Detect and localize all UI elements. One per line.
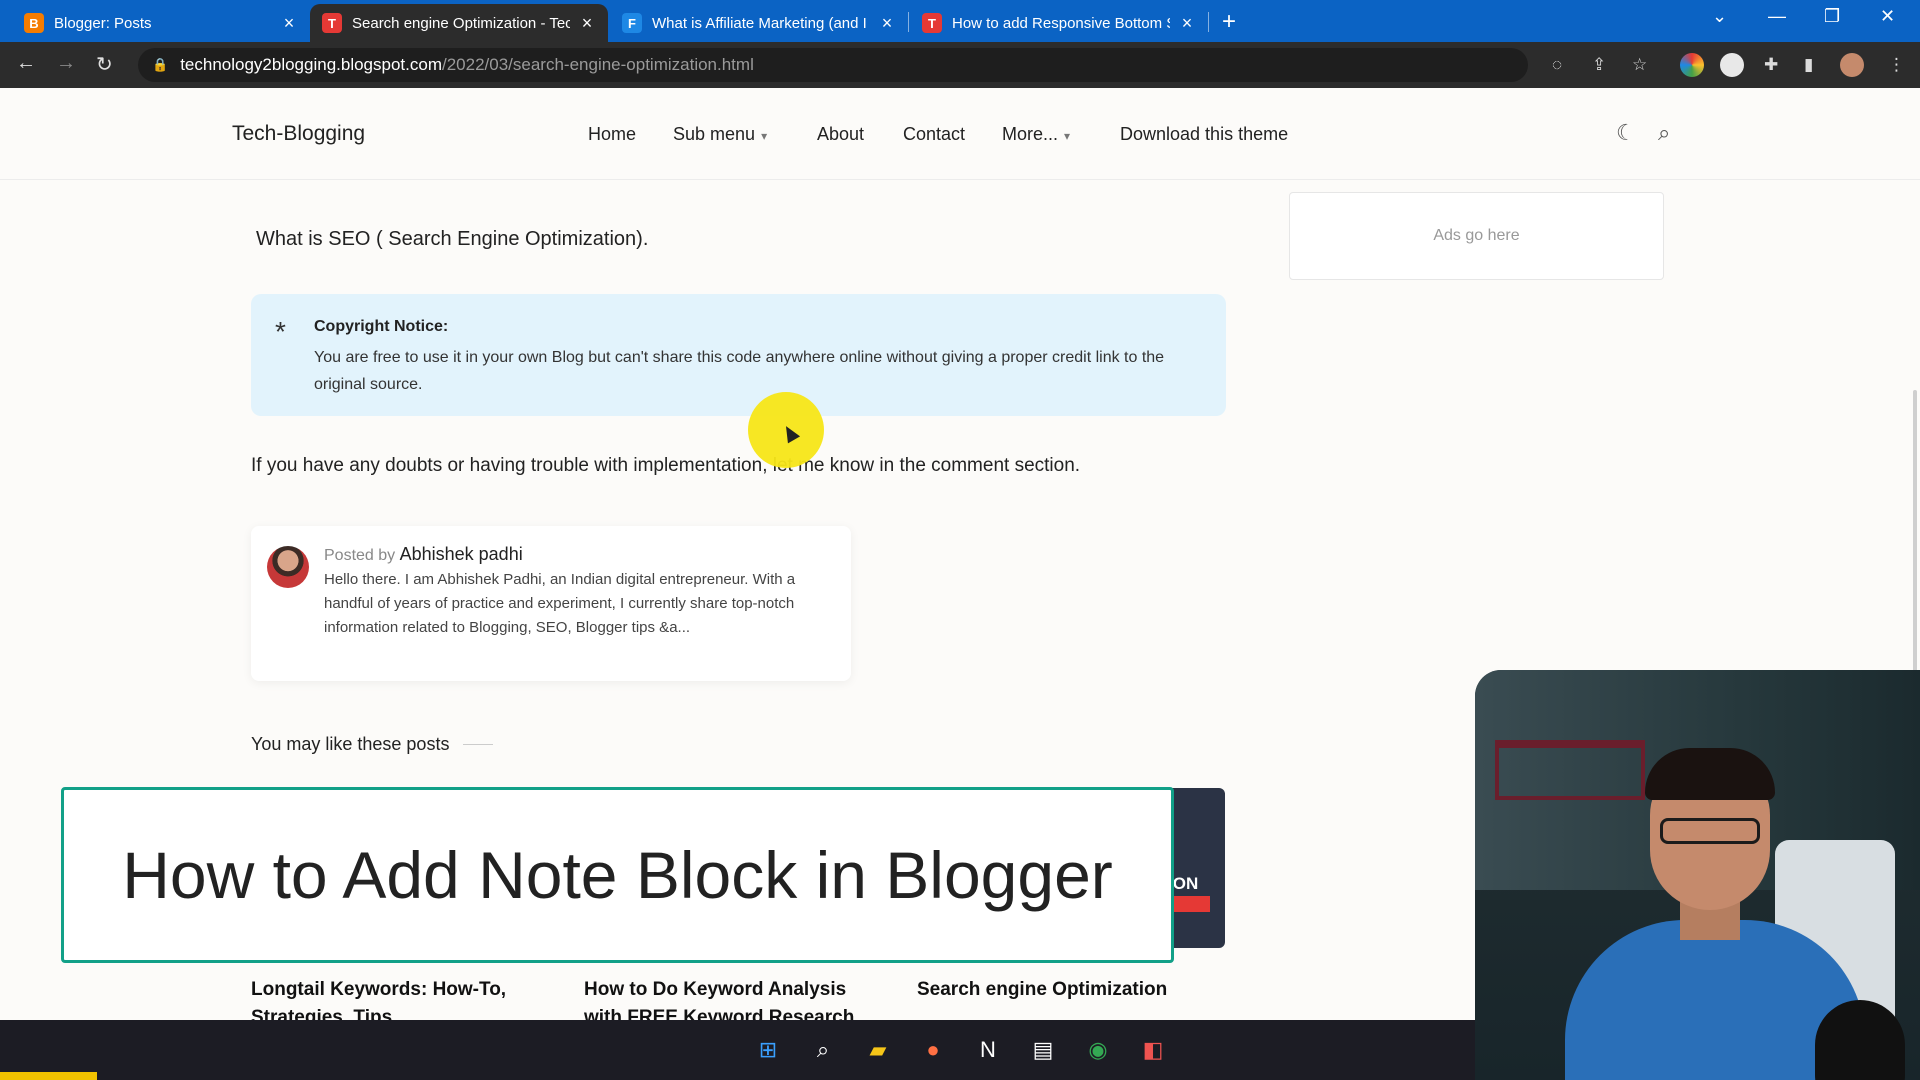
file-explorer-icon[interactable]: ▰ — [862, 1034, 894, 1066]
color-extension-icon[interactable] — [1680, 53, 1704, 77]
address-bar[interactable]: 🔒 technology2blogging.blogspot.com /2022… — [138, 48, 1528, 82]
section-subtitle: What is SEO ( Search Engine Optimization… — [256, 228, 649, 250]
related-posts-heading: You may like these posts — [251, 734, 494, 755]
tab-search-dropdown-icon[interactable]: ⌄ — [1712, 6, 1727, 27]
note-body: You are free to use it in your own Blog … — [314, 349, 1165, 393]
tab-responsive-bottom[interactable]: T How to add Responsive Bottom S × — [910, 4, 1208, 42]
related-post-title[interactable]: Search engine Optimization — [917, 976, 1207, 1004]
tab-separator — [908, 12, 909, 32]
nav-about[interactable]: About — [817, 124, 864, 145]
browser-tab-strip: B Blogger: Posts × T Search engine Optim… — [0, 0, 1920, 42]
posted-by: Posted by Abhishek padhi — [324, 544, 523, 565]
chevron-down-icon: ▾ — [761, 129, 768, 143]
webcam-person-hair — [1645, 748, 1775, 800]
forward-arrow-icon[interactable]: → — [56, 52, 76, 75]
url-path: /2022/03/search-engine-optimization.html — [442, 55, 754, 74]
tech-blogging-favicon-icon: T — [922, 13, 942, 33]
tab-separator — [1208, 12, 1209, 32]
tech-blogging-favicon-icon: T — [322, 13, 342, 33]
restore-button[interactable]: ❐ — [1824, 6, 1840, 27]
related-posts-heading-text: You may like these posts — [251, 734, 450, 754]
extensions-puzzle-icon[interactable]: ✚ — [1764, 55, 1778, 75]
close-tab-icon[interactable]: × — [878, 13, 896, 34]
windows-taskbar: ⊞ ⌕ ▰ ● N ▤ ◉ ◧ — [0, 1020, 1475, 1080]
new-tab-button[interactable]: + — [1222, 8, 1236, 36]
close-tab-icon[interactable]: × — [1178, 13, 1196, 34]
blogger-favicon-icon: B — [24, 13, 44, 33]
tab-title: How to add Responsive Bottom S — [952, 14, 1170, 32]
tab-title: Search engine Optimization - Tec — [352, 14, 570, 32]
author-avatar[interactable] — [267, 546, 309, 588]
webcam-video — [1475, 670, 1920, 1080]
note-heading: Copyright Notice: — [314, 318, 449, 335]
bookmark-star-icon[interactable]: ☆ — [1632, 55, 1647, 75]
url-host: technology2blogging.blogspot.com — [180, 55, 442, 74]
tab-title: Blogger: Posts — [54, 14, 152, 32]
nav-download-theme[interactable]: Download this theme — [1120, 124, 1288, 145]
webcam-microphone — [1815, 1000, 1905, 1080]
nav-sub-menu[interactable]: Sub menu ▾ — [673, 124, 767, 145]
search-icon[interactable]: ⌕ — [1658, 120, 1670, 146]
tab-search-engine-optimization[interactable]: T Search engine Optimization - Tec × — [310, 4, 608, 42]
ad-placeholder: Ads go here — [1289, 192, 1664, 280]
recorder-app-icon[interactable]: ◧ — [1137, 1034, 1169, 1066]
reload-icon[interactable]: ↻ — [96, 52, 113, 77]
notion-icon[interactable]: N — [972, 1034, 1004, 1066]
site-logo[interactable]: Tech-Blogging — [232, 122, 365, 146]
dark-mode-moon-icon[interactable]: ☾ — [1616, 120, 1636, 146]
close-tab-icon[interactable]: × — [578, 13, 596, 34]
copyright-note-block: * Copyright Notice: You are free to use … — [251, 294, 1226, 416]
minimize-button[interactable]: — — [1768, 6, 1786, 27]
chevron-down-icon: ▾ — [1064, 129, 1071, 143]
webcam-shelf — [1495, 740, 1645, 800]
nav-home[interactable]: Home — [588, 124, 636, 145]
nav-more-label: More... — [1002, 124, 1059, 144]
nav-contact[interactable]: Contact — [903, 124, 965, 145]
tab-affiliate-marketing[interactable]: F What is Affiliate Marketing (and I × — [610, 4, 908, 42]
close-tab-icon[interactable]: × — [280, 13, 298, 34]
posted-by-label: Posted by — [324, 547, 396, 564]
side-panel-icon[interactable]: ▮ — [1804, 55, 1813, 75]
profile-avatar[interactable] — [1840, 53, 1864, 77]
close-window-button[interactable]: ✕ — [1880, 6, 1895, 27]
tracking-protection-icon[interactable]: ◌ — [1552, 55, 1562, 75]
tab-blogger-posts[interactable]: B Blogger: Posts × — [12, 4, 310, 42]
nav-more[interactable]: More... ▾ — [1002, 124, 1070, 145]
tab-title: What is Affiliate Marketing (and I — [652, 14, 867, 32]
browser-toolbar: ← → ↻ 🔒 technology2blogging.blogspot.com… — [0, 42, 1920, 88]
author-name[interactable]: Abhishek padhi — [400, 544, 523, 564]
author-bio: Hello there. I am Abhishek Padhi, an Ind… — [324, 571, 796, 636]
author-card: Posted by Abhishek padhi Hello there. I … — [251, 526, 851, 681]
share-icon[interactable]: ⇪ — [1592, 55, 1606, 75]
taskbar-search-icon[interactable]: ⌕ — [807, 1034, 839, 1066]
lock-icon[interactable]: 🔒 — [152, 57, 168, 73]
edit-extension-icon[interactable] — [1720, 53, 1744, 77]
video-title-overlay: How to Add Note Block in Blogger — [61, 787, 1174, 963]
back-arrow-icon[interactable]: ← — [16, 52, 36, 75]
affiliate-favicon-icon: F — [622, 13, 642, 33]
webcam-person-glasses — [1660, 818, 1760, 844]
comment-invitation: If you have any doubts or having trouble… — [251, 455, 1081, 476]
asterisk-icon: * — [275, 316, 286, 347]
app-orange-icon[interactable]: ● — [917, 1034, 949, 1066]
heading-divider — [463, 744, 494, 745]
taskbar-accent — [0, 1072, 97, 1080]
chrome-icon[interactable]: ◉ — [1082, 1034, 1114, 1066]
nav-sub-menu-label: Sub menu — [673, 124, 756, 144]
chrome-menu-icon[interactable]: ⋮ — [1888, 55, 1905, 75]
windows-start-icon[interactable]: ⊞ — [752, 1034, 784, 1066]
notes-app-icon[interactable]: ▤ — [1027, 1034, 1059, 1066]
site-header: Tech-Blogging Home Sub menu ▾ About Conta… — [0, 88, 1920, 180]
